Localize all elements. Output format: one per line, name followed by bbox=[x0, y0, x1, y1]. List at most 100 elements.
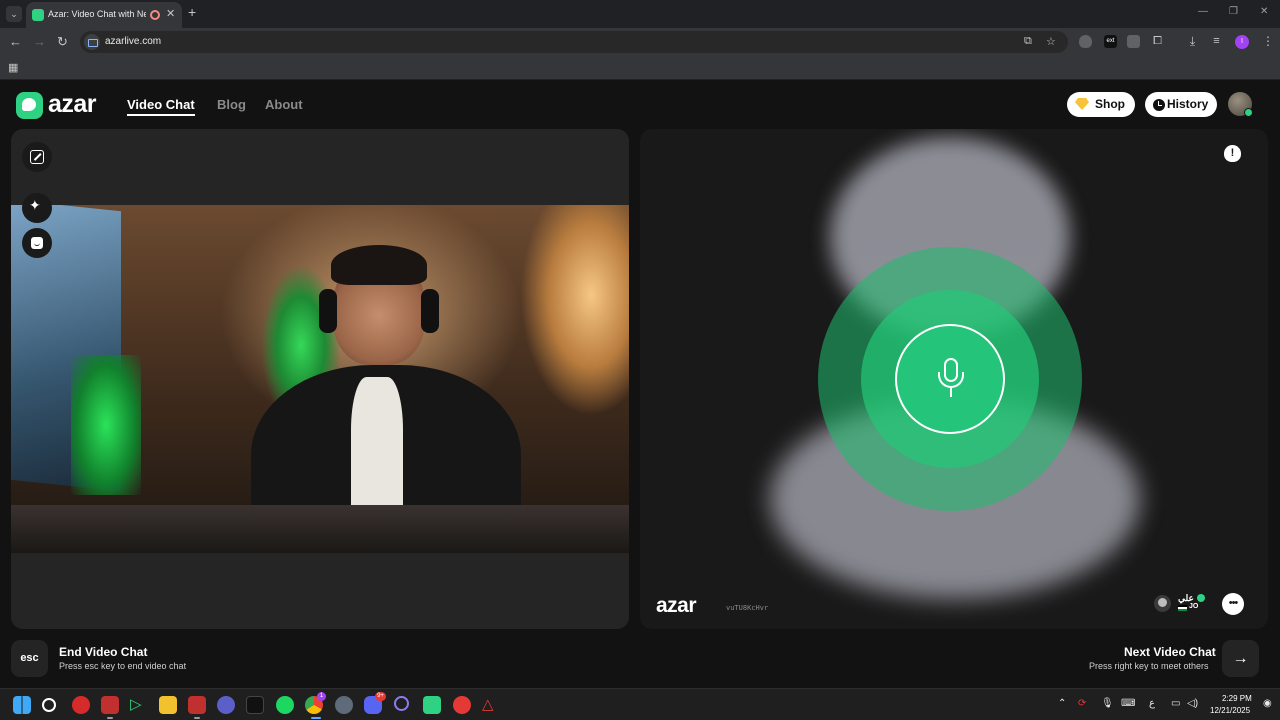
azar-logo-text[interactable]: azar bbox=[48, 90, 97, 119]
discord-badge: 9+ bbox=[375, 692, 386, 701]
tray-language[interactable]: ع bbox=[1149, 698, 1155, 709]
peer-id: vuTU8KcHvr bbox=[726, 604, 769, 612]
browser-menu-icon[interactable]: ⋮ bbox=[1262, 34, 1274, 48]
tray-sync-icon[interactable]: ⟳ bbox=[1078, 698, 1086, 709]
chrome-badge: 1 bbox=[317, 692, 326, 701]
extensions-puzzle-icon[interactable]: ⧠ bbox=[1151, 35, 1164, 48]
address-bar[interactable]: azarlive.com ⧉ ☆ bbox=[80, 31, 1068, 53]
browser-toolbar: ← → ↻ azarlive.com ⧉ ☆ ext ⧠ ⤓ ≡ I ⋮ bbox=[0, 28, 1280, 56]
azar-logo-icon[interactable] bbox=[16, 92, 43, 119]
url-text: azarlive.com bbox=[105, 36, 162, 47]
peer-country: JO bbox=[1189, 603, 1199, 610]
online-status-dot bbox=[1244, 108, 1253, 117]
app-widget-2-icon[interactable] bbox=[188, 696, 206, 714]
camera-person-hair bbox=[331, 245, 427, 285]
nav-video-chat[interactable]: Video Chat bbox=[127, 97, 195, 116]
remote-video-panel: ! azar vuTU8KcHvr علي JO ••• bbox=[640, 129, 1268, 629]
apps-grid-icon[interactable]: ▦ bbox=[8, 61, 18, 74]
bookmarks-bar: ▦ bbox=[0, 56, 1280, 80]
report-button[interactable]: ! bbox=[1224, 145, 1241, 162]
cast-icon[interactable]: ⧉ bbox=[1024, 35, 1032, 48]
window-close-button[interactable]: ✕ bbox=[1260, 6, 1268, 17]
self-video-panel: ✦ bbox=[11, 129, 629, 629]
tray-overflow-icon[interactable]: ⌃ bbox=[1058, 698, 1066, 709]
extension-box-icon[interactable] bbox=[1127, 35, 1140, 48]
azar-watermark: azar bbox=[656, 594, 697, 617]
nav-blog[interactable]: Blog bbox=[217, 97, 246, 112]
app-triangle-icon[interactable]: △ bbox=[482, 696, 500, 714]
new-tab-button[interactable]: + bbox=[188, 4, 196, 20]
app-alarm-icon[interactable] bbox=[453, 696, 471, 714]
back-button[interactable]: ← bbox=[9, 34, 22, 49]
end-chat-title[interactable]: End Video Chat bbox=[59, 645, 147, 659]
windows-start-icon[interactable] bbox=[13, 696, 31, 714]
next-chat-hint: Press right key to meet others bbox=[1089, 661, 1209, 671]
reload-button[interactable]: ↻ bbox=[57, 34, 68, 50]
spotify-icon[interactable] bbox=[276, 696, 294, 714]
sparkle-icon: ✦ bbox=[29, 197, 41, 213]
browser-tab-bar: ⌄ Azar: Video Chat with New ✕ + — ❐ ✕ bbox=[0, 0, 1280, 28]
effects-button[interactable]: ✦ bbox=[22, 193, 52, 223]
bookmark-star-icon[interactable]: ☆ bbox=[1046, 35, 1056, 48]
reading-list-icon[interactable]: ≡ bbox=[1210, 35, 1223, 48]
end-chat-key[interactable]: esc bbox=[11, 640, 48, 677]
search-icon[interactable] bbox=[42, 698, 56, 712]
active-indicator bbox=[311, 717, 321, 719]
forward-button[interactable]: → bbox=[33, 34, 46, 49]
downloads-icon[interactable]: ⤓ bbox=[1186, 35, 1199, 48]
self-camera-feed bbox=[11, 205, 629, 553]
filters-button[interactable] bbox=[22, 228, 52, 258]
expand-button[interactable] bbox=[22, 142, 52, 172]
camera-headphone-right bbox=[421, 289, 439, 333]
microphone-arc bbox=[938, 372, 964, 388]
end-chat-hint: Press esc key to end video chat bbox=[59, 661, 187, 671]
shield-extension-icon[interactable] bbox=[1079, 35, 1092, 48]
tray-network-icon[interactable]: ▭ bbox=[1171, 698, 1180, 709]
tab-search-button[interactable]: ⌄ bbox=[6, 6, 22, 22]
app-widget-icon[interactable] bbox=[101, 696, 119, 714]
media-player-icon[interactable]: ▷ bbox=[130, 696, 148, 714]
windows-taskbar: ▷ 1 9+ △ ⌃ ⟳ 🎙︎ ⌨ ع ▭ ◁) 2:29 PM 12/21/2… bbox=[0, 688, 1280, 720]
site-info-icon[interactable] bbox=[84, 34, 100, 50]
azar-favicon-icon bbox=[32, 9, 44, 21]
settings-gear-icon[interactable] bbox=[335, 696, 353, 714]
face-filter-icon bbox=[31, 237, 43, 249]
next-chat-title[interactable]: Next Video Chat bbox=[1124, 645, 1216, 659]
taskbar-date[interactable]: 12/21/2025 bbox=[1210, 706, 1250, 715]
nav-about[interactable]: About bbox=[265, 97, 303, 112]
tray-volume-icon[interactable]: ◁) bbox=[1187, 698, 1198, 709]
camera-desk bbox=[11, 505, 629, 553]
camera-glow-shape bbox=[71, 355, 141, 495]
taskbar-time[interactable]: 2:29 PM bbox=[1222, 694, 1252, 703]
shop-button[interactable]: Shop bbox=[1067, 92, 1135, 117]
teams-icon[interactable] bbox=[217, 696, 235, 714]
history-button[interactable]: History bbox=[1145, 92, 1217, 117]
tray-mic-icon[interactable]: 🎙︎ bbox=[1101, 698, 1114, 709]
next-chat-key[interactable]: → bbox=[1222, 640, 1259, 677]
camera-headphone-left bbox=[319, 289, 337, 333]
app-circle-icon[interactable] bbox=[394, 696, 409, 711]
gem-icon bbox=[1075, 98, 1089, 110]
terminal-icon[interactable] bbox=[246, 696, 264, 714]
file-explorer-icon[interactable] bbox=[159, 696, 177, 714]
tab-title: Azar: Video Chat with New bbox=[48, 9, 146, 19]
tab-close-button[interactable]: ✕ bbox=[166, 7, 175, 20]
expand-icon bbox=[30, 150, 44, 164]
browser-tab[interactable]: Azar: Video Chat with New ✕ bbox=[26, 2, 182, 28]
recording-indicator-icon bbox=[150, 10, 160, 20]
minimize-button[interactable]: — bbox=[1198, 6, 1208, 17]
restore-button[interactable]: ❐ bbox=[1229, 6, 1238, 17]
running-indicator bbox=[194, 717, 200, 719]
shop-label: Shop bbox=[1095, 97, 1125, 111]
chat-button[interactable]: ••• bbox=[1222, 593, 1244, 615]
tray-keyboard-icon[interactable]: ⌨ bbox=[1121, 698, 1135, 709]
clock-icon bbox=[1153, 99, 1165, 111]
peer-avatar[interactable] bbox=[1154, 595, 1171, 612]
app-red-icon[interactable] bbox=[72, 696, 90, 714]
notification-icon[interactable]: ◉ bbox=[1263, 698, 1272, 709]
profile-avatar[interactable]: I bbox=[1235, 35, 1249, 49]
microphone-indicator bbox=[895, 324, 1005, 434]
jordan-flag-icon bbox=[1178, 605, 1187, 611]
extension-ext-icon[interactable]: ext bbox=[1104, 35, 1117, 48]
azar-app-icon[interactable] bbox=[423, 696, 441, 714]
